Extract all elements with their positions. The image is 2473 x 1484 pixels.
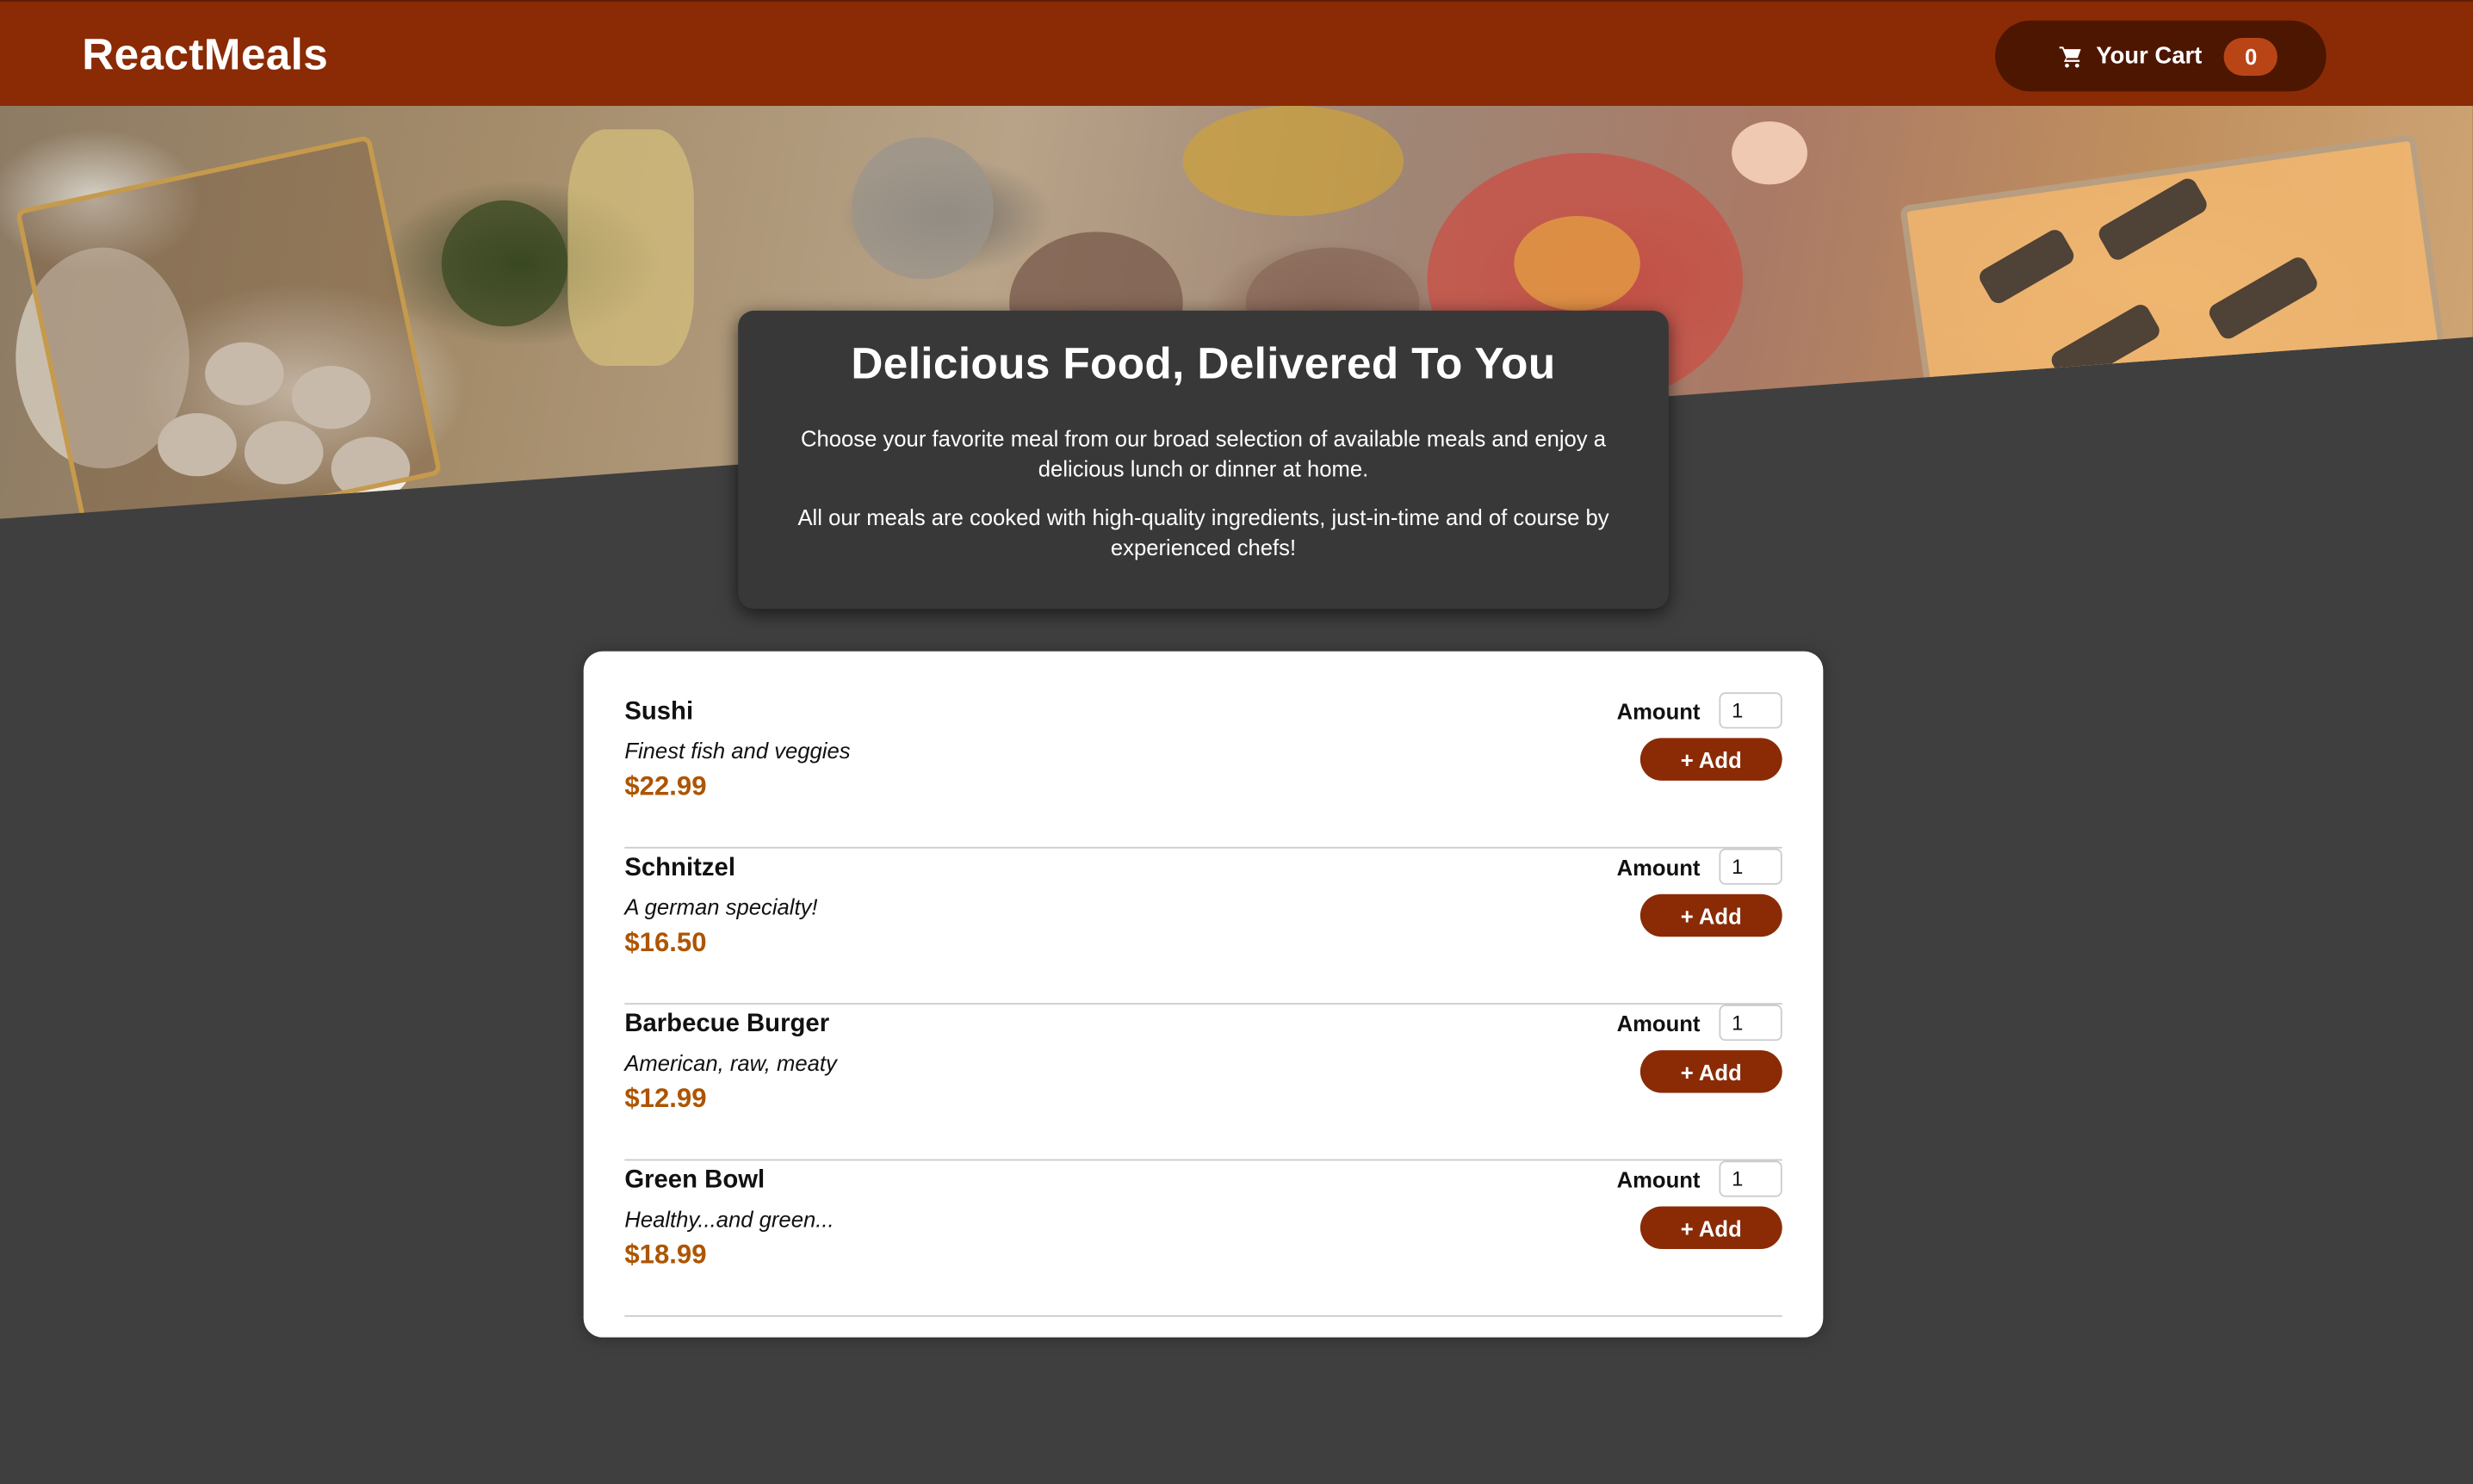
meal-price: $16.50 bbox=[624, 927, 707, 958]
meal-item: Barbecue Burger American, raw, meaty $12… bbox=[624, 1005, 1782, 1161]
amount-input[interactable] bbox=[1719, 1160, 1782, 1197]
add-button[interactable]: + Add bbox=[1639, 738, 1782, 781]
meal-name: Sushi bbox=[624, 698, 694, 726]
app-logo: ReactMeals bbox=[82, 29, 329, 79]
meal-name: Barbecue Burger bbox=[624, 1011, 830, 1038]
summary-title: Delicious Food, Delivered To You bbox=[851, 338, 1556, 388]
meal-item: Green Bowl Healthy...and green... $18.99… bbox=[624, 1160, 1782, 1317]
summary-card: Delicious Food, Delivered To You Choose … bbox=[738, 310, 1669, 609]
meal-description: A german specialty! bbox=[624, 893, 818, 920]
cart-button[interactable]: Your Cart 0 bbox=[1994, 20, 2327, 92]
add-button[interactable]: + Add bbox=[1639, 1050, 1782, 1093]
meal-price: $22.99 bbox=[624, 770, 707, 801]
amount-input[interactable] bbox=[1719, 848, 1782, 885]
amount-label: Amount bbox=[1616, 854, 1701, 881]
meal-price: $12.99 bbox=[624, 1083, 707, 1114]
amount-label: Amount bbox=[1616, 698, 1701, 724]
summary-paragraph-2: All our meals are cooked with high-quali… bbox=[797, 504, 1609, 560]
meal-item: Schnitzel A german specialty! $16.50 Amo… bbox=[624, 848, 1782, 1005]
meal-name: Schnitzel bbox=[624, 854, 735, 882]
meal-item: Sushi Finest fish and veggies $22.99 Amo… bbox=[624, 692, 1782, 849]
meal-description: American, raw, meaty bbox=[624, 1050, 837, 1076]
meals-list: Sushi Finest fish and veggies $22.99 Amo… bbox=[583, 651, 1824, 1338]
summary-paragraph-1: Choose your favorite meal from our broad… bbox=[800, 425, 1607, 481]
amount-label: Amount bbox=[1616, 1166, 1701, 1193]
amount-label: Amount bbox=[1616, 1011, 1701, 1036]
amount-input[interactable] bbox=[1719, 692, 1782, 729]
meal-description: Healthy...and green... bbox=[624, 1206, 834, 1232]
page: ReactMeals Your Cart 0 Delicious Food, D… bbox=[0, 0, 2473, 1484]
add-button[interactable]: + Add bbox=[1639, 1206, 1782, 1250]
meal-price: $18.99 bbox=[624, 1240, 707, 1270]
top-bar: ReactMeals Your Cart 0 bbox=[0, 0, 2473, 106]
add-button[interactable]: + Add bbox=[1639, 893, 1782, 937]
meal-name: Green Bowl bbox=[624, 1166, 765, 1194]
cart-count-badge: 0 bbox=[2223, 37, 2278, 76]
cart-icon bbox=[2058, 43, 2083, 68]
meal-description: Finest fish and veggies bbox=[624, 738, 851, 764]
amount-input[interactable] bbox=[1719, 1005, 1782, 1042]
cart-label: Your Cart bbox=[2096, 42, 2203, 70]
